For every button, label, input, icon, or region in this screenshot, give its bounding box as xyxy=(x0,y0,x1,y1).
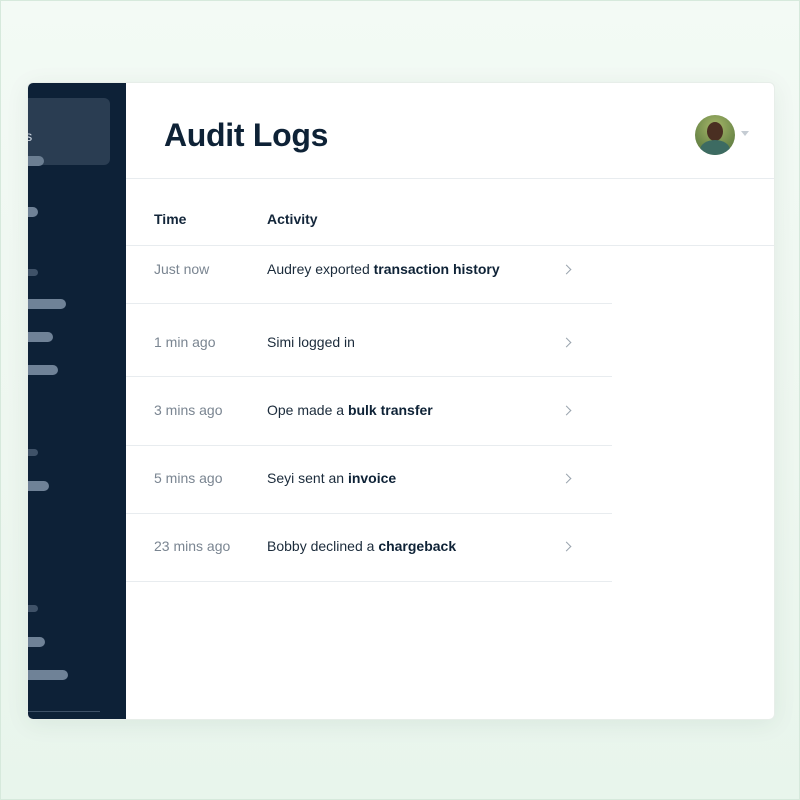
sidebar: ss xyxy=(28,83,126,719)
sidebar-section-header xyxy=(28,449,38,456)
table-row[interactable]: 23 mins ago Bobby declined a chargeback xyxy=(126,514,612,582)
sidebar-section-header xyxy=(28,269,38,276)
sidebar-divider xyxy=(28,711,100,712)
sidebar-item-active-sublabel xyxy=(28,156,44,166)
chevron-right-icon[interactable] xyxy=(561,264,572,275)
sidebar-item[interactable] xyxy=(28,299,66,309)
sidebar-item-active-label: ss xyxy=(28,128,32,144)
table-row[interactable]: 3 mins ago Ope made a bulk transfer xyxy=(126,377,612,446)
sidebar-item[interactable] xyxy=(28,637,45,647)
row-activity-object: bulk transfer xyxy=(347,402,433,418)
chevron-right-icon[interactable] xyxy=(561,337,572,348)
row-activity: Seyi sent an invoice xyxy=(267,470,397,486)
column-header-time: Time xyxy=(154,211,187,227)
row-activity: Ope made a bulk transfer xyxy=(267,402,433,418)
row-activity: Bobby declined a chargeback xyxy=(267,538,457,554)
page-title: Audit Logs xyxy=(164,117,329,153)
sidebar-item[interactable] xyxy=(28,365,58,375)
chevron-right-icon[interactable] xyxy=(561,541,572,552)
table-header-row: Time Activity xyxy=(126,179,774,246)
table-row[interactable]: Just now Audrey exported transaction his… xyxy=(126,246,612,304)
sidebar-item[interactable] xyxy=(28,481,49,491)
row-activity-object: invoice xyxy=(347,470,397,486)
sidebar-item[interactable] xyxy=(28,670,68,680)
row-activity: Simi logged in xyxy=(267,334,355,350)
column-header-activity: Activity xyxy=(267,211,318,227)
row-time: 23 mins ago xyxy=(154,538,231,554)
sidebar-item-active[interactable]: ss xyxy=(28,98,110,166)
avatar[interactable] xyxy=(695,115,735,155)
sidebar-item[interactable] xyxy=(28,207,38,217)
page-header: Audit Logs xyxy=(126,83,774,179)
sidebar-item[interactable] xyxy=(28,332,53,342)
table-row[interactable]: 1 min ago Simi logged in xyxy=(126,304,612,377)
chevron-right-icon[interactable] xyxy=(561,405,572,416)
audit-log-list: Just now Audrey exported transaction his… xyxy=(126,246,612,582)
table-row[interactable]: 5 mins ago Seyi sent an invoice xyxy=(126,446,612,514)
sidebar-section-header xyxy=(28,605,38,612)
row-time: 5 mins ago xyxy=(154,470,223,486)
row-activity: Audrey exported transaction history xyxy=(267,261,500,277)
row-activity-object: chargeback xyxy=(378,538,457,554)
row-time: 1 min ago xyxy=(154,334,216,350)
avatar-body xyxy=(700,140,730,155)
chevron-down-icon[interactable] xyxy=(741,131,749,136)
chevron-right-icon[interactable] xyxy=(561,473,572,484)
row-time: Just now xyxy=(154,261,210,277)
row-time: 3 mins ago xyxy=(154,402,223,418)
app-window: ss Audit Logs Time Activity Just now Aud… xyxy=(27,82,775,720)
row-activity-object: transaction history xyxy=(373,261,500,277)
avatar-face xyxy=(707,122,723,141)
